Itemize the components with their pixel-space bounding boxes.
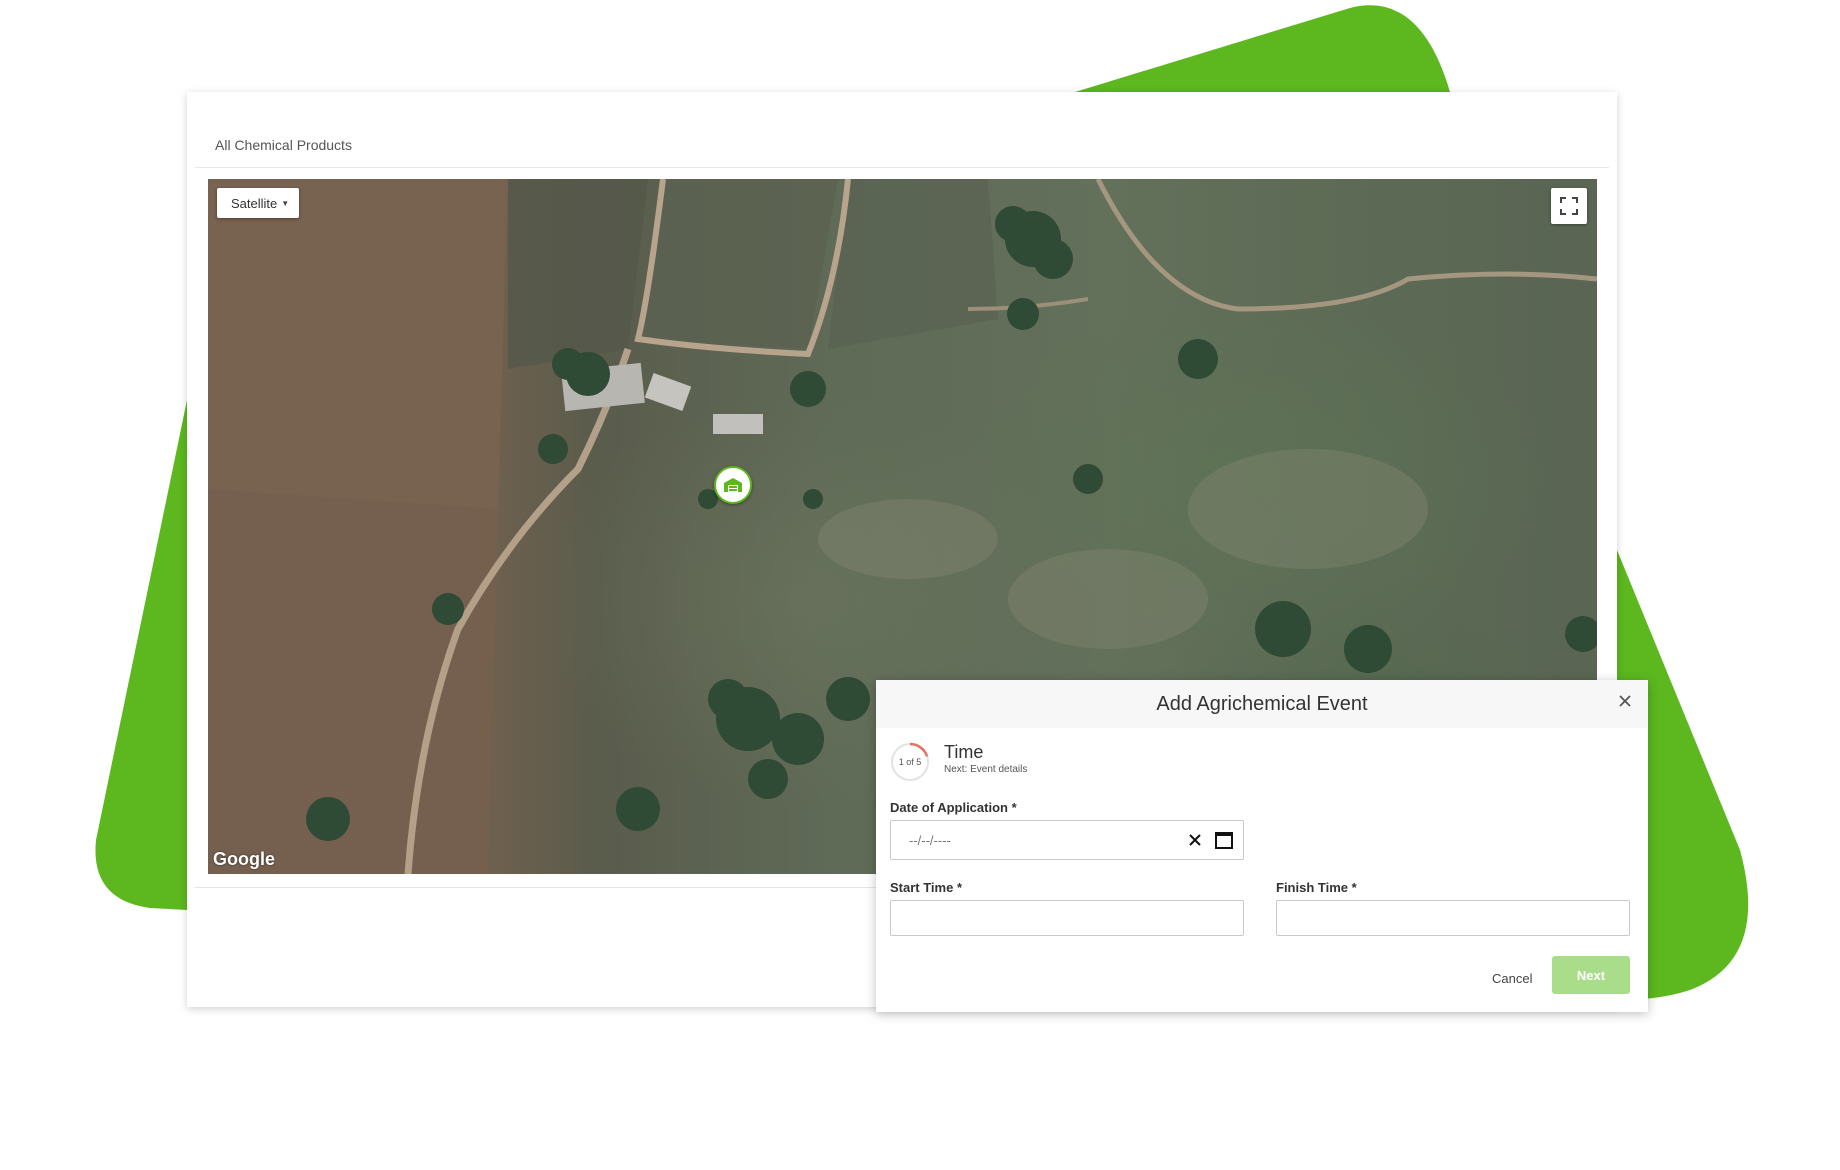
map-type-button[interactable]: Satellite ▼ — [217, 188, 300, 218]
step-count: 1 of 5 — [898, 757, 922, 767]
calendar-icon[interactable] — [1214, 830, 1234, 850]
finish-time-input[interactable] — [1276, 900, 1630, 936]
close-icon[interactable] — [1612, 688, 1638, 714]
dialog-header: Add Agrichemical Event — [876, 680, 1648, 728]
fullscreen-icon[interactable] — [1551, 188, 1587, 224]
date-of-application-field — [890, 820, 1244, 860]
start-time-label: Start Time * — [890, 880, 963, 895]
start-time-input[interactable] — [890, 900, 1244, 936]
next-step-hint: Next: Event details — [944, 764, 1028, 775]
warehouse-icon-glyph — [724, 478, 742, 492]
map-attribution: Google — [213, 849, 275, 869]
fullscreen-icon-glyph — [1560, 197, 1578, 215]
cancel-button[interactable]: Cancel — [1484, 960, 1540, 996]
panel-title: All Chemical Products — [215, 137, 352, 153]
date-of-application-label: Date of Application * — [890, 800, 1017, 815]
finish-time-label: Finish Time * — [1276, 880, 1357, 895]
step-title: Time — [944, 742, 984, 762]
clear-icon[interactable] — [1186, 831, 1204, 849]
close-icon-glyph — [1619, 695, 1631, 707]
add-agrichemical-event-dialog: Add Agrichemical Event 1 of 5 Time Next:… — [876, 680, 1648, 1012]
caret-down-icon: ▼ — [281, 198, 290, 208]
clear-icon-glyph — [1189, 834, 1201, 846]
dialog-title: Add Agrichemical Event — [1156, 693, 1368, 715]
next-button[interactable]: Next — [1552, 956, 1630, 994]
map-type-label: Satellite — [231, 195, 278, 211]
warehouse-icon[interactable] — [714, 466, 752, 504]
panel-header: All Chemical Products — [195, 127, 1609, 168]
